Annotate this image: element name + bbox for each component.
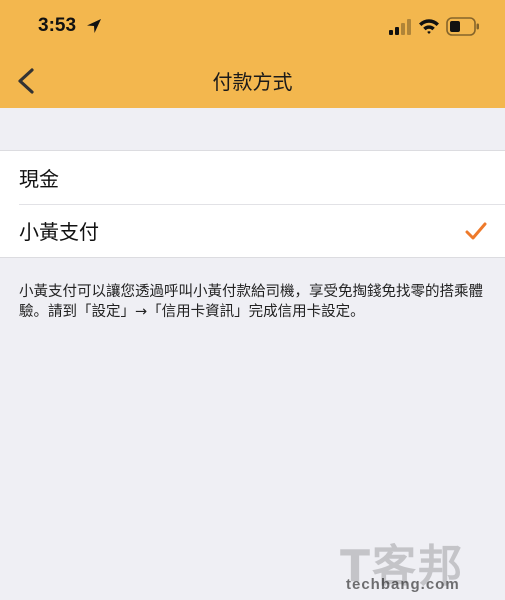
battery-icon xyxy=(446,17,480,36)
payment-option-cash[interactable]: 現金 xyxy=(0,151,505,204)
status-time: 3:53 xyxy=(38,15,77,36)
payment-method-list: 現金 小黃支付 xyxy=(0,150,505,258)
checkmark-icon xyxy=(465,220,487,242)
payment-option-label: 小黃支付 xyxy=(19,220,99,244)
location-arrow-icon xyxy=(86,18,102,34)
payment-note: 小黃支付可以讓您透過呼叫小黃付款給司機，享受免掏錢免找零的搭乘體驗。請到「設定」… xyxy=(19,284,483,320)
status-bar: 3:53 xyxy=(0,0,505,54)
wifi-icon xyxy=(418,17,440,35)
page-title: 付款方式 xyxy=(212,70,293,94)
watermark-sub: techbang.com xyxy=(346,576,460,593)
cellular-signal-icon xyxy=(389,19,411,35)
watermark-logo: T客邦 techbang.com xyxy=(340,530,500,596)
header-bar: 3:53 付款方式 xyxy=(0,0,505,108)
payment-option-taxi-pay[interactable]: 小黃支付 xyxy=(0,204,505,257)
payment-option-label: 現金 xyxy=(19,167,59,191)
